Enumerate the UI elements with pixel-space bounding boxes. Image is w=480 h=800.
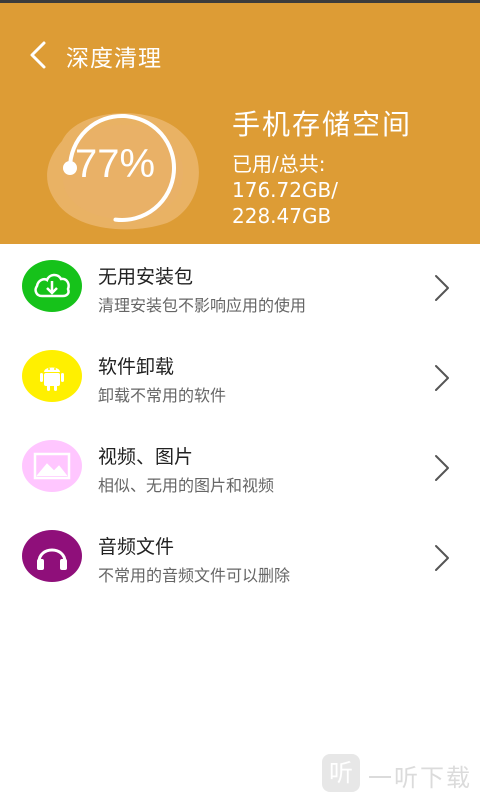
item-desc: 清理安装包不影响应用的使用 <box>98 296 307 315</box>
list-item-unused-packages[interactable]: 无用安装包 清理安装包不影响应用的使用 <box>0 244 480 334</box>
storage-used-value: 176.72GB/ <box>232 178 338 202</box>
list-item-uninstall-apps[interactable]: 软件卸载 卸载不常用的软件 <box>0 334 480 424</box>
chevron-left-icon <box>30 41 46 69</box>
icon-badge <box>22 260 82 312</box>
chevron-right-icon <box>435 455 449 481</box>
android-icon <box>40 367 64 391</box>
icon-badge <box>22 440 82 492</box>
back-button[interactable] <box>22 35 62 75</box>
storage-total-value: 228.47GB <box>232 204 332 228</box>
header: 深度清理 77% 手机存储空间 已用/总共: 176.72GB/ 228.47G… <box>0 3 480 244</box>
list-item-media[interactable]: 视频、图片 相似、无用的图片和视频 <box>0 424 480 514</box>
item-desc: 卸载不常用的软件 <box>98 386 227 405</box>
icon-badge <box>22 530 82 582</box>
image-icon <box>33 452 71 480</box>
cloud-download-icon <box>34 273 70 298</box>
watermark: 听 一听下载 <box>322 752 472 796</box>
item-title: 无用安装包 <box>98 266 194 288</box>
storage-title: 手机存储空间 <box>232 108 413 141</box>
storage-usage: 已用/总共: 176.72GB/ 228.47GB <box>232 151 338 229</box>
watermark-badge: 听 <box>322 754 360 792</box>
item-title: 视频、图片 <box>98 446 194 468</box>
list-item-audio[interactable]: 音频文件 不常用的音频文件可以删除 <box>0 514 480 604</box>
storage-used-label: 已用/总共: <box>232 152 326 176</box>
chevron-right-icon <box>435 545 449 571</box>
item-title: 软件卸载 <box>98 356 175 378</box>
chevron-right-icon <box>435 365 449 391</box>
chevron-right-icon <box>435 275 449 301</box>
page-title: 深度清理 <box>66 46 162 72</box>
headphones-icon <box>37 548 67 570</box>
item-desc: 相似、无用的图片和视频 <box>98 476 275 495</box>
watermark-text: 一听下载 <box>368 764 472 792</box>
item-title: 音频文件 <box>98 536 175 558</box>
storage-percent: 77% <box>75 142 156 186</box>
item-desc: 不常用的音频文件可以删除 <box>98 566 291 585</box>
icon-badge <box>22 350 82 402</box>
